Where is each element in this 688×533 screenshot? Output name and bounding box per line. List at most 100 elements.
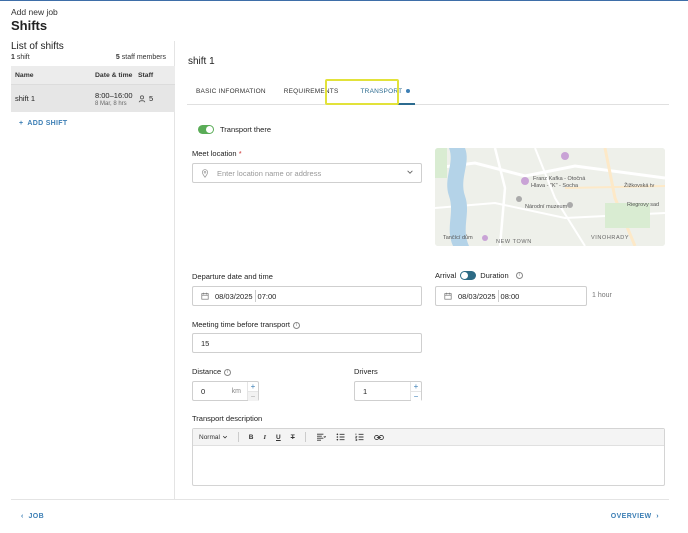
next-label: OVERVIEW bbox=[610, 513, 652, 520]
transport-there-label: Transport there bbox=[220, 125, 271, 134]
add-shift-button[interactable]: + ADD SHIFT bbox=[19, 120, 174, 127]
strikethrough-icon[interactable]: T bbox=[291, 434, 295, 441]
distance-stepper: + − bbox=[247, 382, 258, 401]
map-graphic bbox=[435, 148, 665, 246]
italic-icon[interactable]: I bbox=[263, 434, 266, 441]
top-accent-line bbox=[0, 0, 688, 1]
chevron-down-icon[interactable] bbox=[406, 168, 414, 178]
shift-title: shift 1 bbox=[188, 56, 215, 67]
meeting-time-value: 15 bbox=[201, 338, 210, 348]
chevron-left-icon: ‹ bbox=[21, 513, 24, 520]
arrival-time[interactable]: 08:00 bbox=[501, 292, 520, 301]
staff-count-label: staff members bbox=[121, 54, 166, 61]
map-label: Riegrovy sad bbox=[627, 202, 660, 208]
transport-description-label: Transport description bbox=[192, 414, 263, 423]
map-label: Tančící dům bbox=[443, 235, 473, 241]
drivers-value: 1 bbox=[363, 386, 368, 396]
column-header-name: Name bbox=[15, 71, 34, 79]
shift-name: shift 1 bbox=[15, 94, 36, 103]
map-label: Národní muzeum bbox=[525, 204, 568, 210]
tab-label: BASIC INFORMATION bbox=[196, 88, 266, 95]
distance-unit: km bbox=[231, 387, 241, 395]
calendar-icon bbox=[201, 292, 209, 300]
transport-there-toggle[interactable] bbox=[198, 125, 214, 134]
editor-toolbar: Normal B I U T bbox=[193, 429, 664, 446]
shift-staff: 5 bbox=[138, 94, 168, 103]
format-select[interactable]: Normal bbox=[199, 434, 228, 441]
arrival-duration-toggle[interactable] bbox=[460, 271, 477, 280]
back-label: JOB bbox=[28, 513, 45, 520]
shift-time: 8:00–16:00 bbox=[95, 90, 133, 100]
meet-location-label: Meet location * bbox=[192, 149, 242, 158]
tab-bar: BASIC INFORMATION REQUIREMENTS TRANSPORT bbox=[187, 81, 669, 105]
map-label: NEW TOWN bbox=[496, 239, 532, 245]
drivers-stepper: + − bbox=[410, 382, 421, 401]
meet-location-input[interactable]: Enter location name or address bbox=[192, 163, 422, 183]
calendar-icon bbox=[444, 292, 452, 300]
plus-icon: + bbox=[19, 120, 24, 127]
drivers-input[interactable]: 1 + − bbox=[354, 381, 422, 401]
back-to-job-button[interactable]: ‹ JOB bbox=[21, 513, 44, 520]
arrival-datetime-input[interactable]: 08/03/2025 08:00 bbox=[435, 286, 587, 306]
tab-highlight-box bbox=[325, 79, 399, 105]
increment-button[interactable]: + bbox=[248, 382, 258, 391]
next-overview-button[interactable]: OVERVIEW › bbox=[611, 513, 659, 520]
shifts-summary: 1 shift 5 staff members bbox=[11, 54, 174, 61]
staff-count: 5 bbox=[115, 54, 120, 61]
person-icon bbox=[138, 94, 146, 102]
numbered-list-icon[interactable] bbox=[354, 433, 364, 441]
drivers-label: Drivers bbox=[354, 367, 378, 376]
map-label: Hlava - "K" - Socha bbox=[531, 183, 579, 189]
map-label: Franz Kafka - Otočná bbox=[533, 176, 586, 182]
map-label: VINOHRADY bbox=[591, 235, 630, 241]
arrival-duration-switch: Arrival Duration i bbox=[435, 271, 523, 280]
location-map[interactable]: Franz Kafka - Otočná Hlava - "K" - Socha… bbox=[435, 148, 665, 246]
departure-datetime-input[interactable]: 08/03/2025 07:00 bbox=[192, 286, 422, 306]
departure-time[interactable]: 07:00 bbox=[258, 292, 277, 301]
shift-count: 1 bbox=[11, 54, 15, 61]
tab-basic-information[interactable]: BASIC INFORMATION bbox=[187, 81, 275, 104]
decrement-button[interactable]: − bbox=[411, 391, 421, 401]
shifts-list-title: List of shifts bbox=[11, 41, 64, 52]
distance-label: Distance i bbox=[192, 367, 232, 376]
chevron-right-icon: › bbox=[656, 513, 659, 520]
table-row[interactable]: shift 1 8:00–16:00 8 Mar, 8 hrs 5 bbox=[11, 84, 175, 112]
meet-location-placeholder: Enter location name or address bbox=[217, 168, 322, 178]
chevron-down-icon bbox=[222, 435, 227, 439]
bold-icon[interactable]: B bbox=[249, 434, 254, 441]
departure-date[interactable]: 08/03/2025 bbox=[215, 292, 253, 301]
info-icon[interactable]: i bbox=[292, 321, 300, 329]
info-icon[interactable]: i bbox=[224, 368, 232, 376]
column-header-datetime: Date & time bbox=[95, 71, 133, 79]
unsaved-dot-icon bbox=[406, 89, 411, 94]
footer-nav: ‹ JOB OVERVIEW › bbox=[11, 499, 669, 533]
arrival-date[interactable]: 08/03/2025 bbox=[458, 292, 496, 301]
increment-button[interactable]: + bbox=[411, 382, 421, 391]
map-label: Žižkovská tv bbox=[624, 183, 655, 189]
arrival-label: Arrival bbox=[435, 271, 457, 280]
breadcrumb[interactable]: Add new job bbox=[11, 7, 58, 17]
shifts-table-header: Name Date & time Staff bbox=[11, 66, 175, 84]
transport-description-editor[interactable]: Normal B I U T bbox=[192, 428, 665, 486]
column-header-staff: Staff bbox=[138, 71, 154, 79]
shifts-list-panel: List of shifts 1 shift 5 staff members N… bbox=[11, 41, 175, 499]
decrement-button[interactable]: − bbox=[248, 391, 258, 401]
shift-datetime: 8:00–16:00 8 Mar, 8 hrs bbox=[95, 91, 138, 107]
info-icon[interactable]: i bbox=[515, 272, 523, 279]
meeting-time-input[interactable]: 15 bbox=[192, 333, 422, 353]
distance-input[interactable]: 0 km + − bbox=[192, 381, 259, 401]
bullet-list-icon[interactable] bbox=[336, 433, 345, 441]
duration-hint: 1 hour bbox=[592, 292, 612, 299]
transport-toggle-row: Transport there bbox=[198, 125, 271, 134]
add-shift-label: ADD SHIFT bbox=[27, 120, 68, 127]
page-title: Shifts bbox=[11, 18, 48, 33]
distance-value: 0 bbox=[201, 386, 206, 396]
align-icon[interactable] bbox=[316, 433, 326, 441]
shift-date: 8 Mar, 8 hrs bbox=[95, 100, 127, 107]
departure-label: Departure date and time bbox=[192, 272, 273, 281]
shift-staff-count: 5 bbox=[149, 94, 154, 103]
required-mark: * bbox=[238, 149, 242, 158]
underline-icon[interactable]: U bbox=[276, 434, 281, 441]
location-pin-icon bbox=[201, 168, 209, 178]
link-icon[interactable] bbox=[373, 434, 384, 441]
